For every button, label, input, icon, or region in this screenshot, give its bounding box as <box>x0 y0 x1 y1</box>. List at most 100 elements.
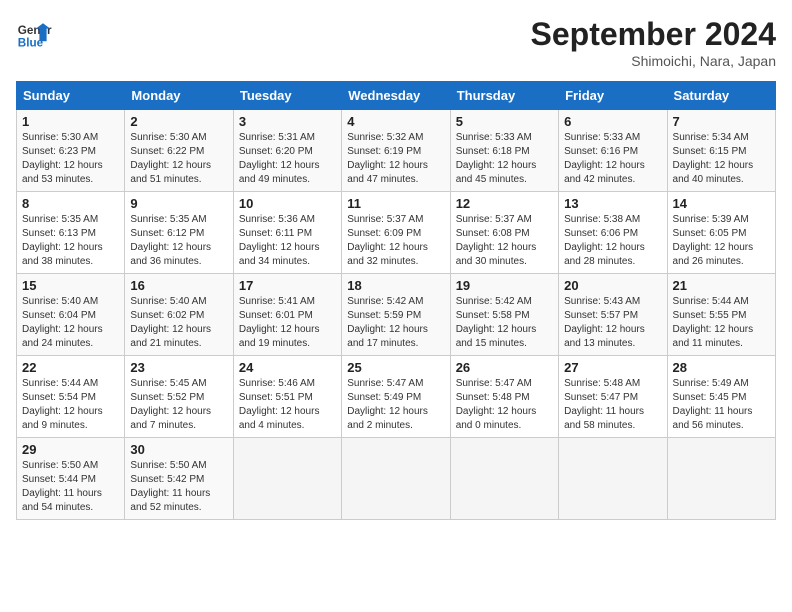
day-number: 3 <box>239 114 336 129</box>
day-cell-30: 30 Sunrise: 5:50 AM Sunset: 5:42 PM Dayli… <box>125 438 233 520</box>
week-row-5: 29 Sunrise: 5:50 AM Sunset: 5:44 PM Dayli… <box>17 438 776 520</box>
weekday-header-sunday: Sunday <box>17 82 125 110</box>
day-cell-29: 29 Sunrise: 5:50 AM Sunset: 5:44 PM Dayli… <box>17 438 125 520</box>
day-cell-28: 28 Sunrise: 5:49 AM Sunset: 5:45 PM Dayli… <box>667 356 775 438</box>
day-cell-12: 12Sunrise: 5:37 AM Sunset: 6:08 PM Dayli… <box>450 192 558 274</box>
day-cell-3: 3 Sunrise: 5:31 AM Sunset: 6:20 PM Daylig… <box>233 110 341 192</box>
empty-cell <box>233 438 341 520</box>
day-info: Sunrise: 5:48 AM Sunset: 5:47 PM Dayligh… <box>564 377 661 433</box>
day-number: 13 <box>564 196 661 211</box>
day-info: Sunrise: 5:37 AM Sunset: 6:09 PM Dayligh… <box>347 213 444 269</box>
day-cell-10: 10Sunrise: 5:36 AM Sunset: 6:11 PM Dayli… <box>233 192 341 274</box>
day-cell-2: 2 Sunrise: 5:30 AM Sunset: 6:22 PM Daylig… <box>125 110 233 192</box>
day-cell-4: 4 Sunrise: 5:32 AM Sunset: 6:19 PM Daylig… <box>342 110 450 192</box>
day-cell-9: 9 Sunrise: 5:35 AM Sunset: 6:12 PM Daylig… <box>125 192 233 274</box>
title-block: September 2024 Shimoichi, Nara, Japan <box>531 16 776 69</box>
day-info: Sunrise: 5:39 AM Sunset: 6:05 PM Dayligh… <box>673 213 770 269</box>
day-number: 6 <box>564 114 661 129</box>
day-cell-11: 11 Sunrise: 5:37 AM Sunset: 6:09 PM Dayli… <box>342 192 450 274</box>
weekday-header-tuesday: Tuesday <box>233 82 341 110</box>
weekday-header-monday: Monday <box>125 82 233 110</box>
day-number: 11 <box>347 196 444 211</box>
week-row-3: 15 Sunrise: 5:40 AM Sunset: 6:04 PM Dayli… <box>17 274 776 356</box>
day-cell-13: 13 Sunrise: 5:38 AM Sunset: 6:06 PM Dayli… <box>559 192 667 274</box>
day-cell-20: 20 Sunrise: 5:43 AM Sunset: 5:57 PM Dayli… <box>559 274 667 356</box>
day-number: 29 <box>22 442 119 457</box>
day-info: Sunrise: 5:31 AM Sunset: 6:20 PM Dayligh… <box>239 131 336 187</box>
day-cell-18: 18 Sunrise: 5:42 AM Sunset: 5:59 PM Dayli… <box>342 274 450 356</box>
day-number: 25 <box>347 360 444 375</box>
day-info: Sunrise: 5:47 AM Sunset: 5:49 PM Dayligh… <box>347 377 444 433</box>
day-info: Sunrise: 5:35 AM Sunset: 6:12 PM Dayligh… <box>130 213 227 269</box>
day-info: Sunrise: 5:47 AM Sunset: 5:48 PM Dayligh… <box>456 377 553 433</box>
day-cell-15: 15 Sunrise: 5:40 AM Sunset: 6:04 PM Dayli… <box>17 274 125 356</box>
day-info: Sunrise: 5:50 AM Sunset: 5:42 PM Dayligh… <box>130 459 227 515</box>
day-info: Sunrise: 5:38 AM Sunset: 6:06 PM Dayligh… <box>564 213 661 269</box>
day-cell-5: 5Sunrise: 5:33 AM Sunset: 6:18 PM Daylig… <box>450 110 558 192</box>
day-number: 23 <box>130 360 227 375</box>
day-info: Sunrise: 5:49 AM Sunset: 5:45 PM Dayligh… <box>673 377 770 433</box>
day-info: Sunrise: 5:32 AM Sunset: 6:19 PM Dayligh… <box>347 131 444 187</box>
day-number: 19 <box>456 278 553 293</box>
day-number: 24 <box>239 360 336 375</box>
day-info: Sunrise: 5:43 AM Sunset: 5:57 PM Dayligh… <box>564 295 661 351</box>
day-info: Sunrise: 5:50 AM Sunset: 5:44 PM Dayligh… <box>22 459 119 515</box>
day-cell-24: 24Sunrise: 5:46 AM Sunset: 5:51 PM Dayli… <box>233 356 341 438</box>
day-info: Sunrise: 5:42 AM Sunset: 5:59 PM Dayligh… <box>347 295 444 351</box>
month-title: September 2024 <box>531 16 776 53</box>
day-number: 20 <box>564 278 661 293</box>
day-info: Sunrise: 5:40 AM Sunset: 6:02 PM Dayligh… <box>130 295 227 351</box>
day-info: Sunrise: 5:35 AM Sunset: 6:13 PM Dayligh… <box>22 213 119 269</box>
day-number: 28 <box>673 360 770 375</box>
day-number: 14 <box>673 196 770 211</box>
svg-text:General: General <box>18 24 52 37</box>
day-number: 7 <box>673 114 770 129</box>
day-number: 15 <box>22 278 119 293</box>
weekday-header-saturday: Saturday <box>667 82 775 110</box>
day-number: 5 <box>456 114 553 129</box>
day-info: Sunrise: 5:40 AM Sunset: 6:04 PM Dayligh… <box>22 295 119 351</box>
weekday-header-wednesday: Wednesday <box>342 82 450 110</box>
day-cell-21: 21Sunrise: 5:44 AM Sunset: 5:55 PM Dayli… <box>667 274 775 356</box>
day-number: 17 <box>239 278 336 293</box>
week-row-2: 8 Sunrise: 5:35 AM Sunset: 6:13 PM Daylig… <box>17 192 776 274</box>
day-number: 1 <box>22 114 119 129</box>
day-info: Sunrise: 5:30 AM Sunset: 6:22 PM Dayligh… <box>130 131 227 187</box>
day-number: 9 <box>130 196 227 211</box>
day-number: 22 <box>22 360 119 375</box>
day-info: Sunrise: 5:41 AM Sunset: 6:01 PM Dayligh… <box>239 295 336 351</box>
day-info: Sunrise: 5:37 AM Sunset: 6:08 PM Dayligh… <box>456 213 553 269</box>
day-cell-22: 22 Sunrise: 5:44 AM Sunset: 5:54 PM Dayli… <box>17 356 125 438</box>
page-header: General Blue September 2024 Shimoichi, N… <box>16 16 776 69</box>
day-number: 10 <box>239 196 336 211</box>
day-number: 8 <box>22 196 119 211</box>
day-number: 26 <box>456 360 553 375</box>
day-cell-1: 1 Sunrise: 5:30 AM Sunset: 6:23 PM Daylig… <box>17 110 125 192</box>
day-info: Sunrise: 5:45 AM Sunset: 5:52 PM Dayligh… <box>130 377 227 433</box>
empty-cell <box>559 438 667 520</box>
day-cell-7: 7 Sunrise: 5:34 AM Sunset: 6:15 PM Daylig… <box>667 110 775 192</box>
day-cell-8: 8 Sunrise: 5:35 AM Sunset: 6:13 PM Daylig… <box>17 192 125 274</box>
logo-icon: General Blue <box>16 16 52 52</box>
day-number: 4 <box>347 114 444 129</box>
empty-cell <box>450 438 558 520</box>
week-row-1: 1 Sunrise: 5:30 AM Sunset: 6:23 PM Daylig… <box>17 110 776 192</box>
day-cell-19: 19 Sunrise: 5:42 AM Sunset: 5:58 PM Dayli… <box>450 274 558 356</box>
day-info: Sunrise: 5:34 AM Sunset: 6:15 PM Dayligh… <box>673 131 770 187</box>
day-number: 18 <box>347 278 444 293</box>
day-number: 30 <box>130 442 227 457</box>
day-info: Sunrise: 5:30 AM Sunset: 6:23 PM Dayligh… <box>22 131 119 187</box>
weekday-header-thursday: Thursday <box>450 82 558 110</box>
location-subtitle: Shimoichi, Nara, Japan <box>531 53 776 69</box>
weekday-header-row: SundayMondayTuesdayWednesdayThursdayFrid… <box>17 82 776 110</box>
day-number: 16 <box>130 278 227 293</box>
day-cell-23: 23 Sunrise: 5:45 AM Sunset: 5:52 PM Dayli… <box>125 356 233 438</box>
day-cell-27: 27 Sunrise: 5:48 AM Sunset: 5:47 PM Dayli… <box>559 356 667 438</box>
day-info: Sunrise: 5:42 AM Sunset: 5:58 PM Dayligh… <box>456 295 553 351</box>
day-number: 2 <box>130 114 227 129</box>
week-row-4: 22 Sunrise: 5:44 AM Sunset: 5:54 PM Dayli… <box>17 356 776 438</box>
logo: General Blue <box>16 16 52 52</box>
day-info: Sunrise: 5:44 AM Sunset: 5:54 PM Dayligh… <box>22 377 119 433</box>
day-cell-26: 26 Sunrise: 5:47 AM Sunset: 5:48 PM Dayli… <box>450 356 558 438</box>
day-number: 27 <box>564 360 661 375</box>
